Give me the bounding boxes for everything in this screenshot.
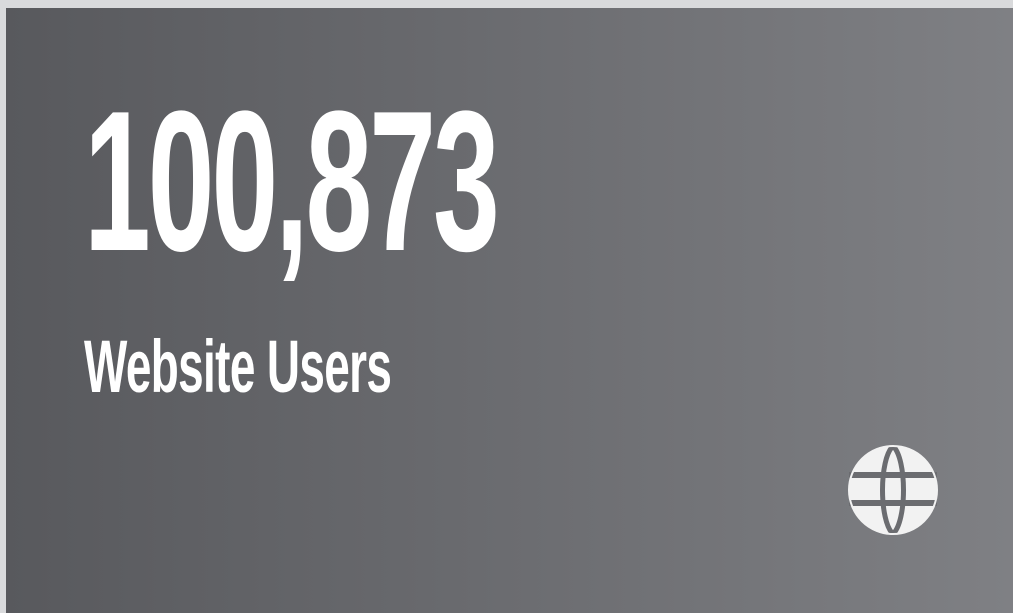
- screen-background: 100,873 Website Users: [0, 0, 1013, 613]
- website-users-count: 100,873: [84, 70, 500, 293]
- website-users-label: Website Users: [84, 325, 392, 408]
- website-users-stat-card: 100,873 Website Users: [6, 8, 1013, 613]
- globe-icon: [848, 445, 938, 535]
